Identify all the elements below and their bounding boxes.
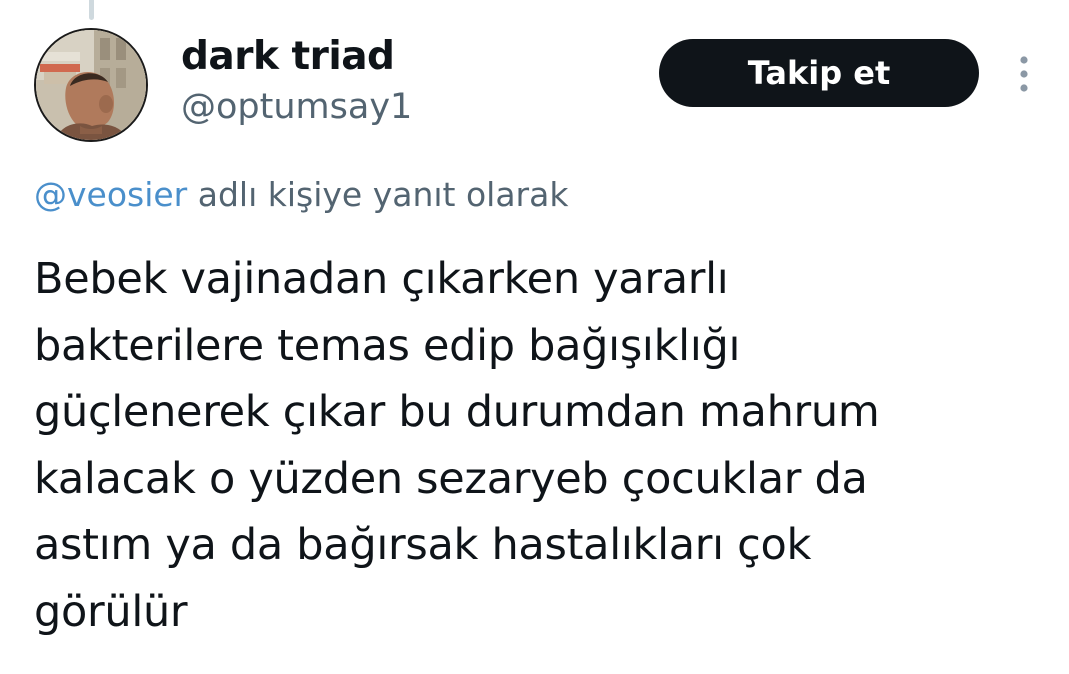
author-handle[interactable]: @optumsay1 bbox=[181, 86, 412, 128]
reply-mention-link[interactable]: @veosier bbox=[34, 175, 187, 214]
tweet-text-line: bakterilere temas edip bağışıklığı bbox=[34, 320, 741, 371]
tweet-text-line: Bebek vajinadan çıkarken yararlı bbox=[34, 254, 729, 304]
profile-photo-icon bbox=[36, 30, 146, 140]
tweet-text-line: güçlenerek çıkar bu durumdan mahrum bbox=[34, 387, 880, 437]
more-vertical-icon[interactable] bbox=[1012, 54, 1036, 94]
author-avatar[interactable] bbox=[34, 28, 148, 142]
tweet-text-line: astım ya da bağırsak hastalıkları çok bbox=[34, 520, 812, 570]
author-display-name[interactable]: dark triad bbox=[181, 35, 395, 79]
reply-context: @veosier adlı kişiye yanıt olarak bbox=[34, 174, 568, 216]
reply-context-label: adlı kişiye yanıt olarak bbox=[187, 175, 569, 214]
tweet-text: Bebek vajinadan çıkarken yararlı bakteri… bbox=[34, 246, 1044, 645]
thread-connector-line bbox=[89, 0, 94, 20]
tweet-text-line: kalacak o yüzden sezaryeb çocuklar da bbox=[34, 453, 868, 504]
tweet-text-line: görülür bbox=[34, 586, 188, 637]
follow-button[interactable]: Takip et bbox=[659, 39, 979, 107]
